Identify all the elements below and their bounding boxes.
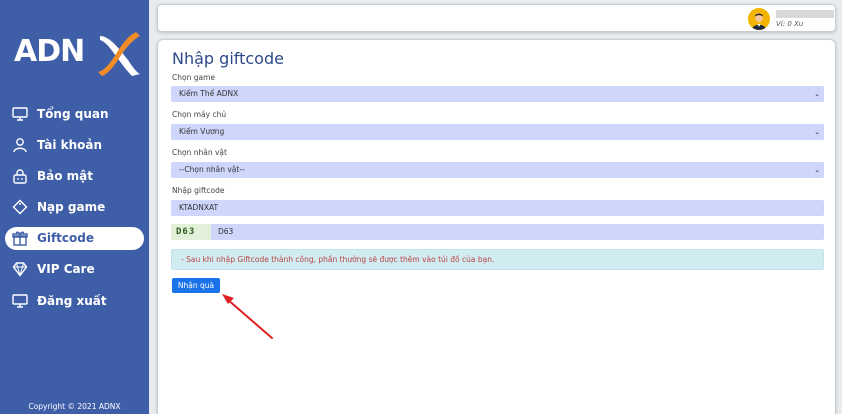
logo-x-mark	[98, 32, 140, 76]
captcha-image: D63	[171, 224, 211, 240]
sidebar-nav: Tổng quan Tài khoản Bảo mật Nạp game Gif…	[5, 102, 144, 320]
sidebar-item-label: Đăng xuất	[37, 293, 107, 308]
logo[interactable]: ADN	[14, 30, 140, 78]
sidebar-item-label: Giftcode	[37, 231, 95, 246]
sidebar-item-logout[interactable]: Đăng xuất	[5, 289, 144, 312]
username-placeholder	[776, 10, 834, 18]
sidebar-item-label: Tổng quan	[37, 106, 109, 121]
captcha-input[interactable]: D63	[211, 224, 824, 240]
lock-icon	[13, 169, 27, 184]
giftcode-input-value: KTADNXAT	[179, 203, 219, 212]
tag-icon	[12, 199, 28, 215]
sidebar-item-security[interactable]: Bảo mật	[5, 164, 144, 187]
logo-text: ADN	[14, 34, 85, 69]
sidebar-item-label: Nạp game	[37, 200, 106, 215]
page-title: Nhập giftcode	[172, 49, 284, 68]
sidebar-item-label: VIP Care	[37, 262, 95, 277]
user-avatar-icon	[748, 8, 770, 30]
giftcode-card: Nhập giftcode Chọn game Kiếm Thế ADNX ⌄ …	[157, 39, 836, 414]
server-label: Chọn máy chủ	[172, 110, 227, 119]
sidebar-item-giftcode[interactable]: Giftcode	[5, 226, 144, 250]
redeem-button[interactable]: Nhận quà	[172, 278, 220, 293]
server-select[interactable]: Kiếm Vương ⌄	[171, 124, 824, 140]
copyright: Copyright © 2021 ADNX	[28, 402, 121, 411]
sidebar-item-vip-care[interactable]: VIP Care	[5, 258, 144, 281]
wallet-balance: Ví: 0 Xu	[776, 20, 804, 28]
sidebar-item-account[interactable]: Tài khoản	[5, 133, 144, 156]
avatar[interactable]	[748, 8, 770, 30]
sidebar-item-overview[interactable]: Tổng quan	[5, 102, 144, 125]
monitor-icon	[12, 293, 28, 308]
chevron-down-icon: ⌄	[814, 166, 820, 174]
user-icon	[13, 137, 27, 152]
sidebar-item-topup[interactable]: Nạp game	[5, 196, 144, 219]
sidebar-item-label: Bảo mật	[37, 168, 94, 183]
diamond-icon	[12, 262, 28, 278]
server-select-value: Kiếm Vương	[179, 127, 225, 136]
game-select[interactable]: Kiếm Thế ADNX ⌄	[171, 86, 824, 102]
gift-icon	[12, 231, 28, 246]
info-notice: - Sau khi nhập Giftcode thành công, phần…	[171, 249, 824, 270]
character-label: Chọn nhân vật	[172, 148, 227, 157]
captcha-input-value: D63	[218, 227, 234, 236]
game-select-value: Kiếm Thế ADNX	[179, 89, 239, 98]
giftcode-input[interactable]: KTADNXAT	[171, 200, 824, 216]
giftcode-label: Nhập giftcode	[172, 186, 225, 195]
chevron-down-icon: ⌄	[814, 90, 820, 98]
top-bar: Ví: 0 Xu	[157, 4, 836, 32]
character-select[interactable]: --Chọn nhân vật-- ⌄	[171, 162, 824, 178]
game-label: Chọn game	[172, 73, 215, 82]
sidebar-item-label: Tài khoản	[37, 137, 103, 152]
annotation-arrow	[222, 294, 273, 339]
character-select-value: --Chọn nhân vật--	[179, 165, 245, 174]
sidebar: ADN Tổng quan Tài khoản Bảo mật Nạp game…	[0, 0, 149, 414]
monitor-icon	[12, 106, 28, 121]
chevron-down-icon: ⌄	[814, 128, 820, 136]
